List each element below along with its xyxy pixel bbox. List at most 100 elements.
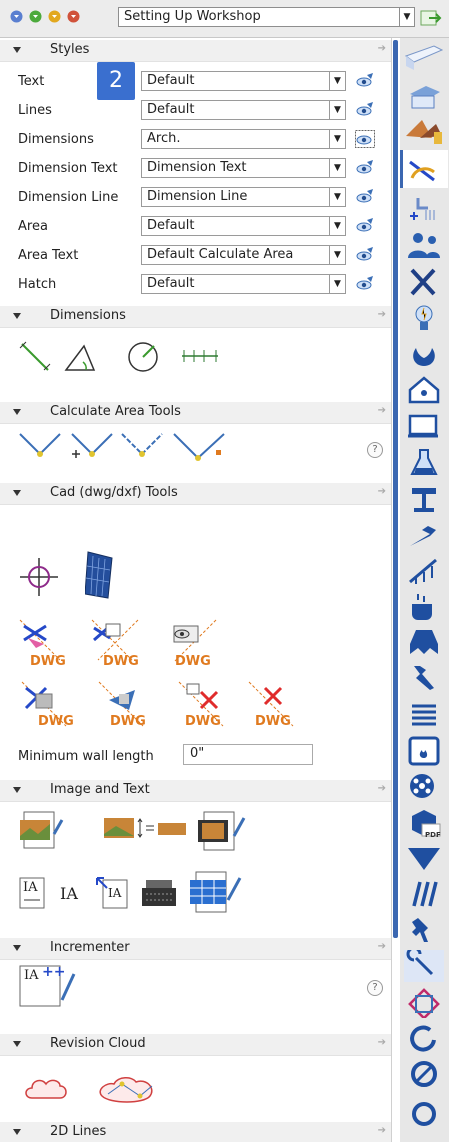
edit-style-icon[interactable] [355, 130, 375, 148]
section-2d-lines[interactable]: 2D Lines ➔ [0, 1122, 391, 1142]
edit-style-icon[interactable] [355, 217, 375, 235]
people-icon[interactable] [404, 230, 444, 262]
revision-cloud-icon[interactable] [22, 1068, 78, 1108]
apply-workshop-icon[interactable] [420, 9, 442, 30]
style-select-arrow[interactable]: ▼ [329, 158, 346, 178]
text-tool-label[interactable]: IA [60, 884, 78, 903]
edit-style-icon[interactable] [355, 246, 375, 264]
lightbulb-icon[interactable] [404, 302, 444, 334]
section-dimensions[interactable]: Dimensions ➔ [0, 306, 391, 328]
green-arrow-icon[interactable] [29, 10, 42, 23]
panel-scrollbar[interactable] [392, 38, 400, 1142]
home-icon[interactable] [404, 374, 444, 406]
tools-icon[interactable] [404, 662, 444, 694]
scrollbar-thumb[interactable] [393, 40, 398, 938]
materials-icon[interactable] [404, 116, 444, 148]
collapse-triangle-icon[interactable] [13, 313, 21, 319]
workshop-select-arrow[interactable]: ▼ [399, 7, 415, 27]
section-arrow-icon[interactable]: ➔ [378, 783, 386, 794]
section-incrementer[interactable]: Incrementer ➔ [0, 938, 391, 960]
style-select-arrow[interactable]: ▼ [329, 274, 346, 294]
style-select[interactable]: Dimension Line [141, 187, 334, 207]
collapse-triangle-icon[interactable] [13, 1129, 21, 1135]
section-arrow-icon[interactable]: ➔ [378, 1125, 386, 1136]
plumbing-icon[interactable] [404, 194, 444, 226]
nav-back-icon[interactable] [10, 10, 23, 23]
section-cad-tools[interactable]: Cad (dwg/dxf) Tools ➔ [0, 483, 391, 505]
style-select-arrow[interactable]: ▼ [329, 187, 346, 207]
style-select[interactable]: Default [141, 216, 334, 236]
railing-icon[interactable] [404, 554, 444, 586]
circular-arrow-icon[interactable] [404, 1022, 444, 1054]
help-icon[interactable]: ? [367, 442, 383, 458]
style-select-arrow[interactable]: ▼ [329, 245, 346, 265]
lab-flask-icon[interactable] [404, 446, 444, 478]
style-select-arrow[interactable]: ▼ [329, 216, 346, 236]
style-select[interactable]: Default Calculate Area [141, 245, 334, 265]
section-revision-cloud[interactable]: Revision Cloud ➔ [0, 1034, 391, 1056]
section-arrow-icon[interactable]: ➔ [378, 405, 386, 416]
calc-area-icon[interactable] [18, 430, 62, 460]
section-calc-area[interactable]: Calculate Area Tools ➔ [0, 402, 391, 424]
style-select[interactable]: Dimension Text [141, 158, 334, 178]
subtract-area-icon[interactable] [120, 430, 166, 460]
roof-icon[interactable] [404, 626, 444, 658]
kitchen-tools-icon[interactable] [404, 266, 444, 298]
workshop-select[interactable]: Setting Up Workshop [118, 7, 404, 27]
typewriter-icon[interactable] [140, 878, 178, 908]
layers-icon[interactable] [404, 698, 444, 730]
fireplace-icon[interactable] [404, 734, 444, 766]
area-by-polyline-icon[interactable] [172, 430, 226, 464]
min-wall-length-input[interactable]: 0" [183, 744, 313, 765]
style-select[interactable]: Default [141, 71, 334, 91]
partial-icon[interactable] [404, 1094, 444, 1126]
section-arrow-icon[interactable]: ➔ [378, 43, 386, 54]
beam-icon[interactable] [404, 482, 444, 514]
image-resize-icon[interactable] [102, 816, 188, 842]
buildings-icon[interactable] [404, 80, 444, 112]
linear-dimension-icon[interactable] [18, 338, 54, 374]
collapse-triangle-icon[interactable] [13, 47, 21, 53]
style-select[interactable]: Default [141, 100, 334, 120]
section-styles[interactable]: Styles ➔ [0, 40, 391, 62]
style-select[interactable]: Default [141, 274, 334, 294]
cad-tools-icon[interactable] [404, 154, 444, 186]
red-arrow-icon[interactable] [67, 10, 80, 23]
edit-style-icon[interactable] [355, 72, 375, 90]
help-icon[interactable]: ? [367, 980, 383, 996]
angular-dimension-icon[interactable] [62, 340, 98, 374]
plants-icon[interactable] [404, 338, 444, 370]
section-image-text[interactable]: Image and Text ➔ [0, 780, 391, 802]
collapse-triangle-icon[interactable] [13, 1041, 21, 1047]
style-select-arrow[interactable]: ▼ [329, 71, 346, 91]
insert-image-icon[interactable] [18, 810, 66, 850]
yellow-arrow-icon[interactable] [48, 10, 61, 23]
funnel-icon[interactable] [404, 842, 444, 874]
radial-dimension-icon[interactable] [125, 338, 163, 374]
set-origin-crosshair-icon[interactable] [18, 556, 60, 598]
collapse-triangle-icon[interactable] [13, 490, 21, 496]
walls-icon[interactable] [404, 42, 444, 74]
coffee-icon[interactable] [404, 590, 444, 622]
style-select-arrow[interactable]: ▼ [329, 129, 346, 149]
collapse-triangle-icon[interactable] [13, 409, 21, 415]
section-arrow-icon[interactable]: ➔ [378, 309, 386, 320]
hatch-lines-icon[interactable] [404, 878, 444, 910]
collapse-triangle-icon[interactable] [13, 945, 21, 951]
section-arrow-icon[interactable]: ➔ [378, 941, 386, 952]
revision-cloud-polyline-icon[interactable] [96, 1068, 162, 1108]
style-select[interactable]: Arch. [141, 129, 334, 149]
section-arrow-icon[interactable]: ➔ [378, 1037, 386, 1048]
edit-style-icon[interactable] [355, 159, 375, 177]
edit-style-icon[interactable] [355, 188, 375, 206]
solar-panel-icon[interactable] [85, 550, 115, 600]
stairs-icon[interactable] [404, 518, 444, 550]
add-area-icon[interactable] [68, 430, 114, 462]
wrench-alt-icon[interactable] [404, 950, 444, 982]
puzzle-icon[interactable] [404, 986, 444, 1018]
wrench-icon[interactable] [404, 914, 444, 946]
edit-style-icon[interactable] [355, 101, 375, 119]
insert-table-icon[interactable] [188, 870, 246, 914]
slash-circle-icon[interactable] [404, 1058, 444, 1090]
film-reel-icon[interactable] [404, 770, 444, 802]
